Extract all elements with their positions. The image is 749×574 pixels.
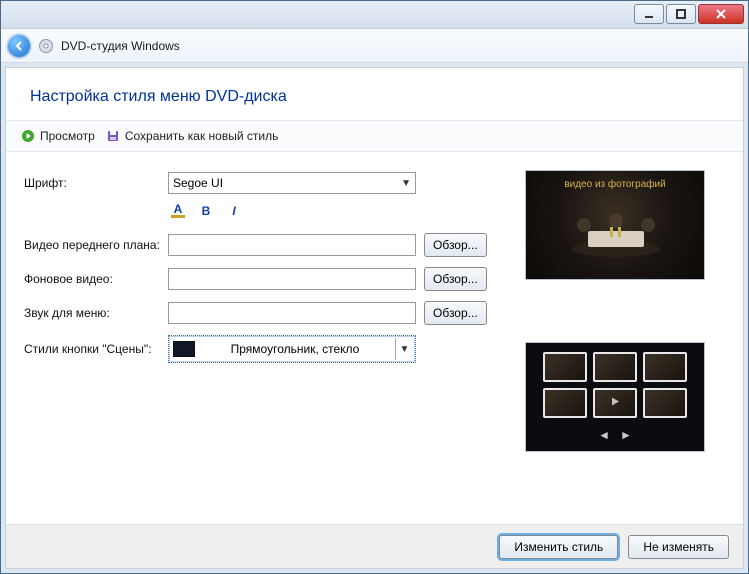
play-icon: [608, 395, 622, 412]
background-video-label: Фоновое видео:: [24, 272, 168, 286]
menu-audio-label: Звук для меню:: [24, 306, 168, 320]
footer: Изменить стиль Не изменять: [6, 524, 743, 568]
color-swatch-icon: [171, 215, 185, 218]
close-button[interactable]: [698, 4, 744, 24]
body: Шрифт: Segoe UI ▼ A B I: [6, 152, 743, 524]
maximize-button[interactable]: [666, 4, 696, 24]
back-button[interactable]: [7, 34, 31, 58]
content: Настройка стиля меню DVD-диска Просмотр …: [5, 67, 744, 569]
navbar: DVD-студия Windows: [1, 29, 748, 63]
font-color-glyph: A: [174, 204, 183, 214]
font-value: Segoe UI: [173, 176, 223, 190]
form: Шрифт: Segoe UI ▼ A B I: [24, 168, 499, 508]
arrow-right-icon: ►: [620, 428, 632, 442]
window: DVD-студия Windows Настройка стиля меню …: [0, 0, 749, 574]
italic-button[interactable]: I: [224, 202, 244, 220]
scenes-grid: [543, 352, 687, 418]
background-browse-button[interactable]: Обзор...: [424, 267, 487, 291]
foreground-video-label: Видео переднего плана:: [24, 238, 168, 252]
apply-button[interactable]: Изменить стиль: [499, 535, 618, 559]
scenes-style-combo[interactable]: Прямоугольник, стекло ▼: [168, 335, 416, 363]
titlebar: [1, 1, 748, 29]
preview-label: Просмотр: [40, 129, 95, 143]
app-icon: [37, 37, 55, 55]
menu-audio-input[interactable]: [168, 302, 416, 324]
style-swatch-icon: [173, 341, 195, 357]
save-style-button[interactable]: Сохранить как новый стиль: [105, 128, 279, 144]
app-title: DVD-студия Windows: [61, 39, 180, 53]
font-color-button[interactable]: A: [168, 202, 188, 220]
font-combo[interactable]: Segoe UI ▼: [168, 172, 416, 194]
save-style-label: Сохранить как новый стиль: [125, 129, 279, 143]
bold-button[interactable]: B: [196, 202, 216, 220]
preview-button[interactable]: Просмотр: [20, 128, 95, 144]
foreground-video-input[interactable]: [168, 234, 416, 256]
chevron-down-icon: ▼: [401, 178, 411, 189]
scene-cell: [543, 388, 587, 418]
nav-arrows: ◄ ►: [598, 428, 632, 442]
page-title: Настройка стиля меню DVD-диска: [6, 68, 743, 120]
chevron-down-icon: ▼: [395, 338, 413, 360]
foreground-browse-button[interactable]: Обзор...: [424, 233, 487, 257]
scene-cell: [593, 388, 637, 418]
scene-cell: [643, 352, 687, 382]
menu-audio-browse-button[interactable]: Обзор...: [424, 301, 487, 325]
background-video-input[interactable]: [168, 268, 416, 290]
save-icon: [105, 128, 121, 144]
scenes-style-value: Прямоугольник, стекло: [203, 342, 387, 356]
toolbar: Просмотр Сохранить как новый стиль: [6, 120, 743, 152]
arrow-left-icon: ◄: [598, 428, 610, 442]
scene-cell: [643, 388, 687, 418]
scene-cell: [543, 352, 587, 382]
preview-column: видео из фотографий: [525, 168, 725, 508]
cancel-button[interactable]: Не изменять: [628, 535, 729, 559]
scenes-preview-thumb: ◄ ►: [525, 342, 705, 452]
scene-cell: [593, 352, 637, 382]
menu-preview-thumb: видео из фотографий: [525, 170, 705, 280]
minimize-button[interactable]: [634, 4, 664, 24]
font-label: Шрифт:: [24, 176, 168, 190]
scenes-style-label: Стили кнопки "Сцены":: [24, 342, 168, 356]
play-icon: [20, 128, 36, 144]
